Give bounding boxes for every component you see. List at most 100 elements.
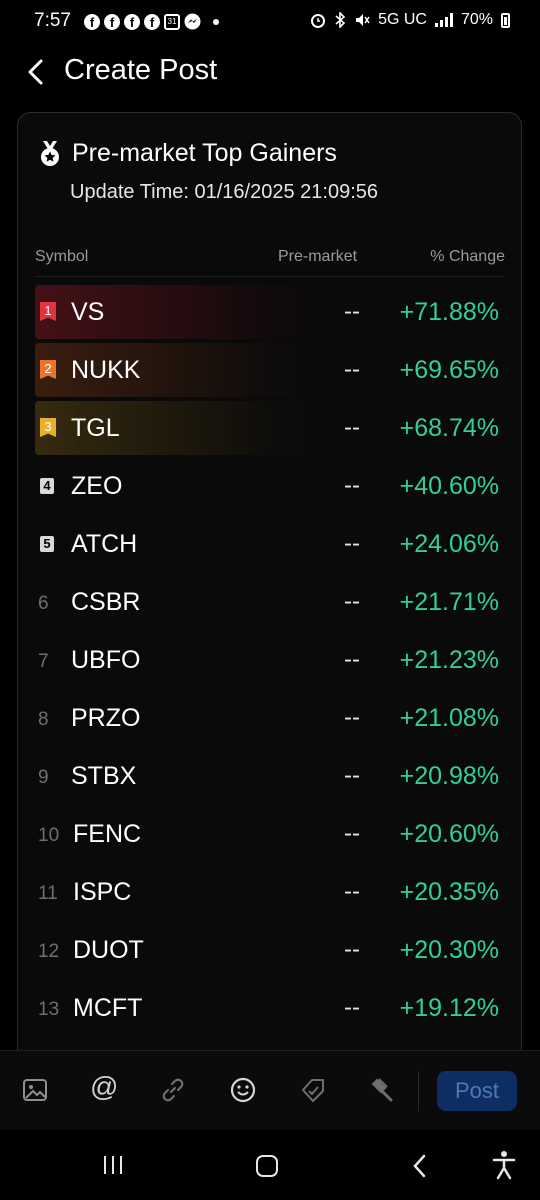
accessibility-icon[interactable] (492, 1150, 516, 1180)
notification-icons: f f f f 31 (84, 13, 219, 30)
table-row[interactable]: 7 UBFO -- +21.23% (35, 633, 505, 691)
rank-number: 6 (38, 593, 49, 614)
post-button[interactable]: Post (437, 1071, 517, 1111)
row-change: +24.06% (399, 530, 499, 558)
battery-icon (501, 12, 510, 28)
table-row[interactable]: 1 VS -- +71.88% (35, 285, 505, 343)
table-row[interactable]: 8 PRZO -- +21.08% (35, 691, 505, 749)
table-row[interactable]: 2 NUKK -- +69.65% (35, 343, 505, 401)
link-icon[interactable] (158, 1075, 188, 1105)
facebook-icon: f (104, 13, 120, 30)
gainers-list: 1 VS -- +71.88% 2 NUKK -- +69.65% 3 TGL … (35, 285, 505, 1039)
status-right: 5G UC 70% (310, 11, 510, 29)
image-icon[interactable] (20, 1075, 50, 1105)
update-time: Update Time: 01/16/2025 21:09:56 (70, 181, 379, 203)
row-premarket: -- (344, 646, 360, 673)
row-change: +19.12% (399, 994, 499, 1022)
row-premarket: -- (344, 588, 360, 615)
status-bar: 7:57 f f f f 31 5G UC 70% (0, 0, 540, 44)
rank-number: 8 (38, 709, 49, 730)
network-type: 5G UC (378, 11, 427, 28)
rank-badge: 5 (40, 536, 54, 552)
row-premarket: -- (344, 356, 360, 383)
nav-back-icon[interactable] (410, 1152, 430, 1180)
calendar-icon: 31 (164, 13, 180, 30)
row-premarket: -- (344, 820, 360, 847)
page-title: Create Post (64, 54, 218, 86)
table-row[interactable]: 12 DUOT -- +20.30% (35, 923, 505, 981)
table-row[interactable]: 4 ZEO -- +40.60% (35, 459, 505, 517)
home-icon[interactable] (256, 1155, 278, 1177)
table-row[interactable]: 9 STBX -- +20.98% (35, 749, 505, 807)
row-symbol: PRZO (71, 704, 141, 732)
back-arrow-icon[interactable] (24, 58, 48, 86)
bluetooth-icon (335, 12, 346, 28)
table-header: Symbol Pre-market % Change (35, 245, 505, 277)
row-symbol: VS (71, 298, 105, 326)
row-premarket: -- (344, 298, 360, 325)
card-title: Pre-market Top Gainers (72, 139, 337, 167)
table-row[interactable]: 3 TGL -- +68.74% (35, 401, 505, 459)
alarm-icon (311, 14, 326, 28)
column-header-premarket: Pre-market (278, 248, 358, 265)
emoji-icon[interactable] (228, 1075, 258, 1105)
row-premarket: -- (344, 530, 360, 557)
row-symbol: CSBR (71, 588, 141, 616)
row-premarket: -- (344, 414, 360, 441)
rank-number: 13 (38, 999, 60, 1020)
row-premarket: -- (344, 704, 360, 731)
row-symbol: FENC (73, 820, 142, 848)
status-time: 7:57 (34, 10, 71, 31)
row-change: +69.65% (399, 356, 499, 384)
row-change: +40.60% (399, 472, 499, 500)
card-title-row: Pre-market Top Gainers (38, 139, 337, 168)
signal-icon (434, 13, 453, 27)
row-change: +21.23% (399, 646, 499, 674)
tag-icon[interactable] (298, 1075, 328, 1105)
header: Create Post (0, 44, 540, 100)
table-row[interactable]: 6 CSBR -- +21.71% (35, 575, 505, 633)
table-row[interactable]: 11 ISPC -- +20.35% (35, 865, 505, 923)
mute-icon (356, 14, 370, 26)
rank-number: 10 (38, 825, 60, 846)
table-row[interactable]: 5 ATCH -- +24.06% (35, 517, 505, 575)
row-change: +21.08% (399, 704, 499, 732)
row-symbol: NUKK (71, 356, 141, 384)
facebook-icon: f (84, 13, 100, 30)
facebook-icon: f (124, 13, 140, 30)
row-symbol: ZEO (71, 472, 123, 500)
row-change: +20.30% (399, 936, 499, 964)
row-change: +20.60% (399, 820, 499, 848)
system-nav-bar (0, 1130, 540, 1200)
row-symbol: MCFT (73, 994, 143, 1022)
facebook-icon: f (144, 13, 160, 30)
row-change: +21.71% (399, 588, 499, 616)
row-premarket: -- (344, 762, 360, 789)
toolbar-divider (418, 1071, 419, 1111)
gavel-icon[interactable] (366, 1075, 396, 1105)
recents-icon[interactable] (104, 1156, 122, 1174)
more-notifications-dot (213, 18, 219, 25)
row-symbol: DUOT (73, 936, 144, 964)
row-change: +20.35% (399, 878, 499, 906)
row-symbol: STBX (71, 762, 137, 790)
rank-badge: 4 (40, 478, 54, 494)
mention-icon[interactable]: @ (90, 1071, 118, 1103)
row-change: +20.98% (399, 762, 499, 790)
row-change: +71.88% (399, 298, 499, 326)
table-row[interactable]: 13 MCFT -- +19.12% (35, 981, 505, 1039)
top-gainers-card: Pre-market Top Gainers Update Time: 01/1… (17, 112, 522, 1072)
column-header-change: % Change (430, 248, 505, 265)
row-symbol: ATCH (71, 530, 138, 558)
row-symbol: TGL (71, 414, 120, 442)
row-symbol: UBFO (71, 646, 141, 674)
composer-toolbar: @ Post (0, 1050, 540, 1130)
table-row[interactable]: 10 FENC -- +20.60% (35, 807, 505, 865)
rank-number: 12 (38, 941, 60, 962)
row-premarket: -- (344, 878, 360, 905)
row-change: +68.74% (399, 414, 499, 442)
rank-number: 9 (38, 767, 49, 788)
messenger-icon (184, 13, 201, 30)
row-premarket: -- (344, 994, 360, 1021)
column-header-symbol: Symbol (35, 248, 89, 265)
